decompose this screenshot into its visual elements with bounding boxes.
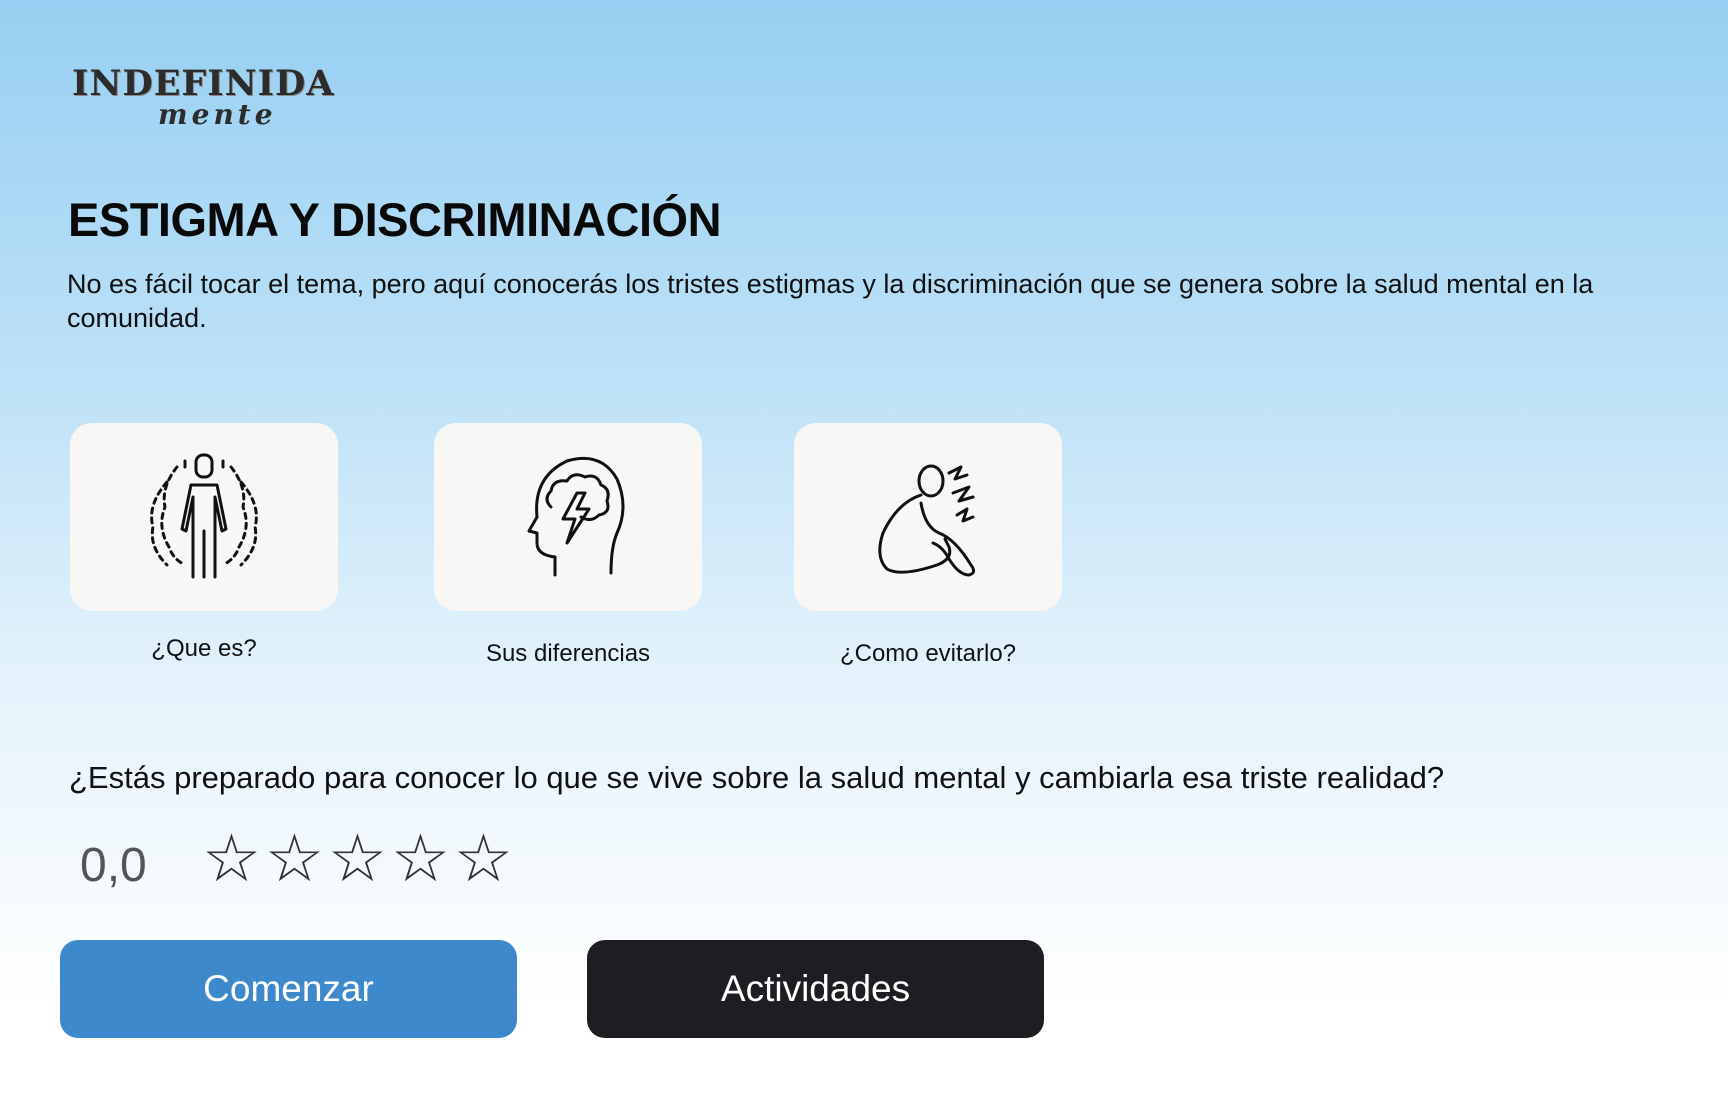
question-text: ¿Estás preparado para conocer lo que se … (69, 760, 1445, 795)
card-como-evitarlo[interactable] (794, 423, 1062, 611)
star-icon[interactable]: ☆ (326, 826, 389, 892)
card-que-es[interactable] (70, 423, 338, 611)
card-sus-diferencias[interactable] (434, 423, 702, 611)
card-label-como-evitarlo: ¿Como evitarlo? (839, 640, 1017, 667)
person-aura-icon (150, 453, 258, 579)
logo-subtext: mente (158, 98, 277, 131)
star-icon[interactable]: ☆ (452, 826, 515, 892)
start-button[interactable]: Comenzar (60, 940, 517, 1038)
card-label-sus-diferencias: Sus diferencias (485, 640, 651, 667)
rating-value: 0,0 (80, 839, 147, 892)
card-label-que-es: ¿Que es? (151, 635, 257, 662)
head-brain-lightning-icon (527, 456, 625, 577)
logo: INDEFINIDA mente (72, 66, 362, 138)
star-icon[interactable]: ☆ (389, 826, 452, 892)
activities-button[interactable]: Actividades (587, 940, 1044, 1038)
person-distress-icon (878, 464, 976, 577)
star-icon[interactable]: ☆ (200, 826, 263, 892)
page-title: ESTIGMA Y DISCRIMINACIÓN (68, 193, 722, 246)
page-intro: No es fácil tocar el tema, pero aquí con… (67, 269, 1594, 333)
logo-wordmark: INDEFINIDA (72, 63, 335, 104)
star-rating[interactable]: ☆ ☆ ☆ ☆ ☆ (200, 826, 515, 892)
star-icon[interactable]: ☆ (263, 826, 326, 892)
